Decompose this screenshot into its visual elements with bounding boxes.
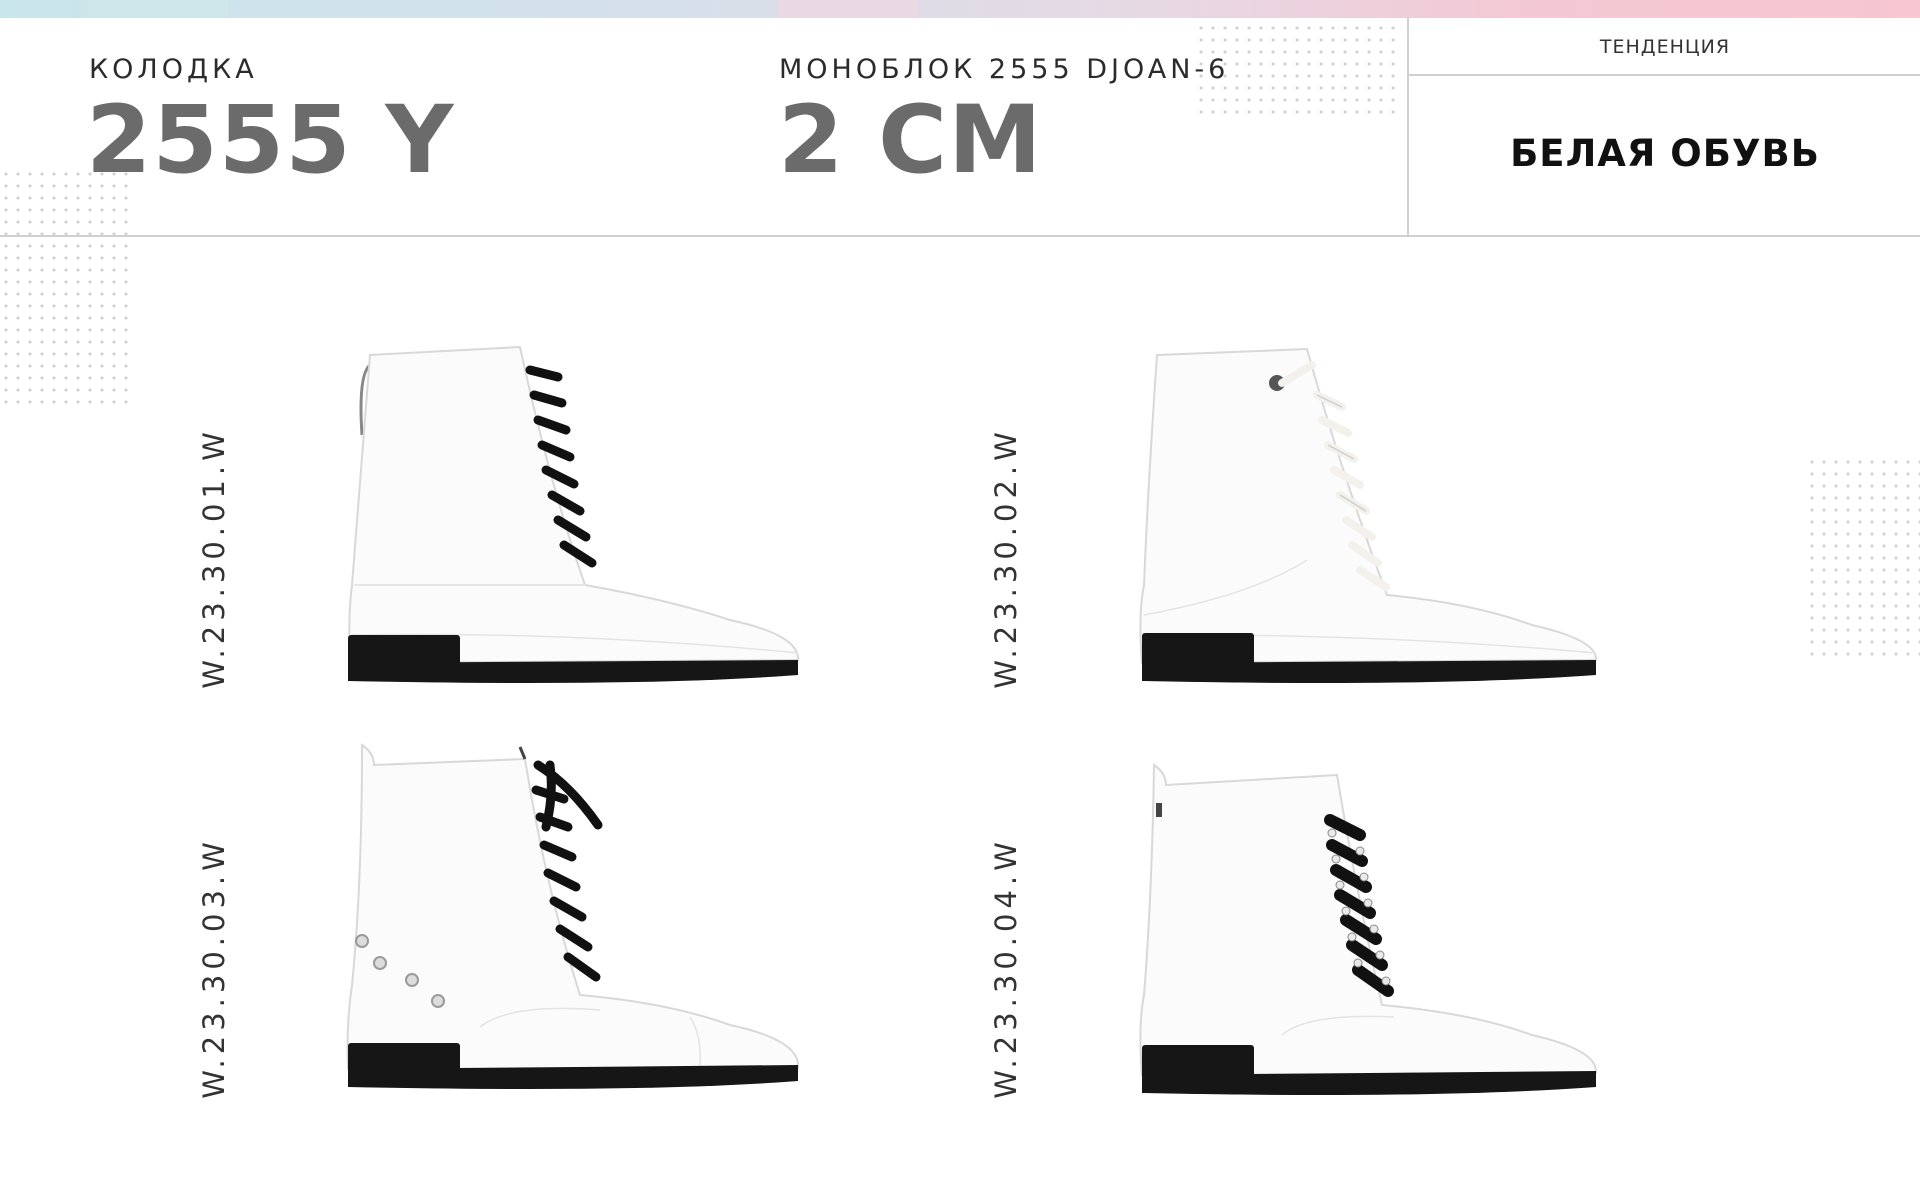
boot-image-1 (348, 345, 800, 683)
trend-label: ТЕНДЕНЦИЯ (1599, 36, 1731, 58)
last-value: 2555 Y (86, 86, 455, 195)
header-divider (0, 235, 1920, 237)
trend-horizontal-divider (1408, 74, 1920, 76)
top-gradient-bar (0, 0, 1920, 18)
dot-pattern-right (1806, 456, 1920, 656)
sole-value: 2 CM (778, 86, 1043, 195)
trend-value: БЕЛАЯ ОБУВЬ (1510, 132, 1820, 175)
product-code-4-text: W.23.30.04.W (989, 837, 1023, 1099)
sole-label: МОНОБЛОК 2555 DJOAN-6 (779, 54, 1230, 85)
boot-image-4 (1139, 763, 1598, 1095)
product-code-3-text: W.23.30.03.W (197, 837, 231, 1099)
boot-image-2 (1139, 347, 1598, 683)
product-code-1-text: W.23.30.01.W (197, 427, 231, 689)
product-code-2-text: W.23.30.02.W (989, 427, 1023, 689)
trend-vertical-divider (1407, 18, 1409, 237)
boot-image-3 (346, 743, 800, 1089)
last-label: КОЛОДКА (89, 54, 258, 85)
dot-pattern-left (0, 168, 132, 404)
